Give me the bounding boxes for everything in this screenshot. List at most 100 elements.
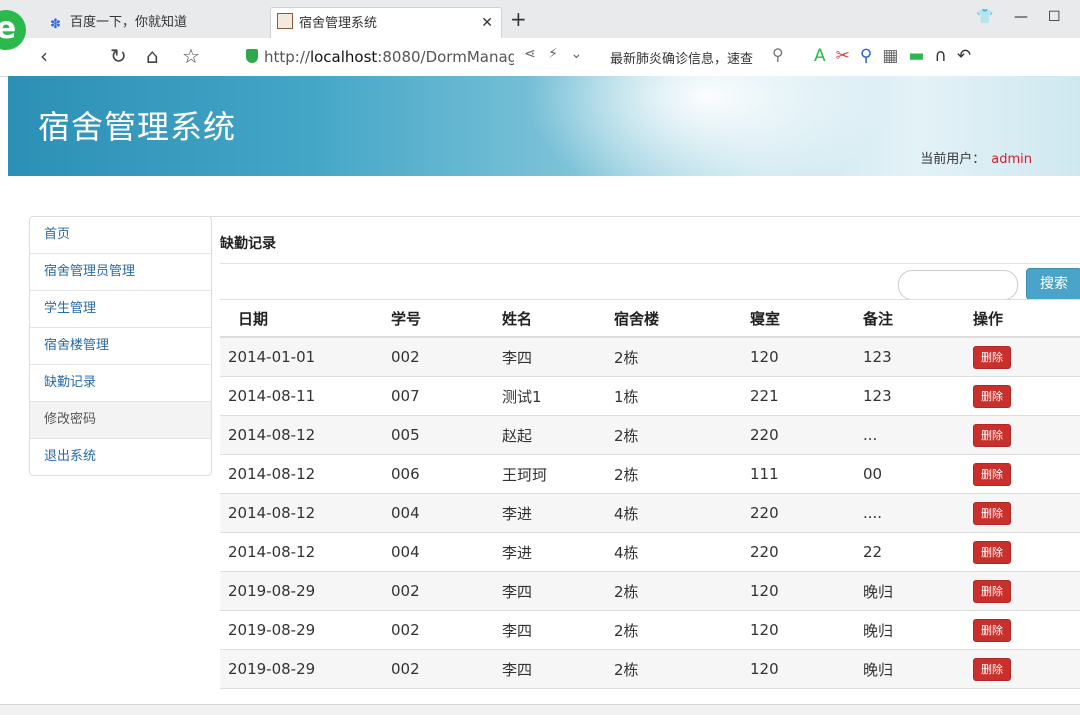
refresh-icon[interactable]: ↻ [110, 44, 127, 68]
close-tab-icon[interactable]: ✕ [481, 8, 493, 39]
cell-note: 123 [863, 337, 973, 377]
cell-action: 删除 [973, 376, 1080, 416]
magnifier-icon: ⚲ [859, 46, 883, 66]
search-icon[interactable]: ⚲ [772, 45, 784, 64]
delete-button[interactable]: 删除 [973, 384, 1011, 408]
cell-action: 删除 [973, 454, 1080, 494]
undo-icon: ↶ [956, 46, 982, 66]
cell-student-no: 002 [391, 571, 502, 611]
table-row: 2014-08-12 004 李进 4栋 220 22 删除 [220, 532, 1080, 572]
search-input[interactable] [898, 270, 1018, 300]
browser-toolbar: ‹ ↻ ⌂ ☆ http://localhost:8080/DormManage… [0, 38, 1080, 77]
cell-student-no: 006 [391, 454, 502, 494]
delete-button[interactable]: 删除 [973, 423, 1011, 447]
sidebar-item-dorm-manager[interactable]: 宿舍管理员管理 [30, 254, 211, 291]
tab-dorm-manage[interactable]: 宿舍管理系统 ✕ [270, 7, 502, 39]
absence-table: 日期 学号 姓名 宿舍楼 寝室 备注 操作 2014-01-01 002 李四 2栋 1… [220, 299, 1080, 689]
browser-status-bar [0, 704, 1080, 715]
sidebar-item-buildings[interactable]: 宿舍楼管理 [30, 328, 211, 365]
cell-room: 220 [750, 415, 863, 455]
extension-icons[interactable]: A✂⚲▦▬∩↶ [814, 46, 981, 66]
cell-name: 李进 [502, 493, 614, 533]
share-icon[interactable]: ⋖ ⚡ ⌄ [524, 46, 586, 62]
cell-note: 123 [863, 376, 973, 416]
cell-building: 4栋 [614, 532, 750, 572]
column-header-building: 宿舍楼 [614, 299, 750, 338]
tab-title: 宿舍管理系统 [299, 16, 378, 31]
cell-student-no: 004 [391, 532, 502, 572]
delete-button[interactable]: 删除 [973, 501, 1011, 525]
delete-button[interactable]: 删除 [973, 579, 1011, 603]
delete-button[interactable]: 删除 [973, 657, 1011, 681]
delete-button[interactable]: 删除 [973, 618, 1011, 642]
main-content: 缺勤记录 搜索 日期 学号 姓名 宿舍楼 寝室 备注 操作 2014-01-01… [210, 216, 1080, 715]
table-row: 2019-08-29 002 李四 2栋 120 晚归 删除 [220, 649, 1080, 689]
cell-name: 测试1 [502, 376, 614, 416]
tab-baidu[interactable]: ✽ 百度一下，你就知道 [44, 7, 266, 38]
cell-building: 4栋 [614, 493, 750, 533]
maximize-button[interactable]: ☐ [1048, 9, 1061, 25]
delete-button[interactable]: 删除 [973, 345, 1011, 369]
cell-note: ... [863, 415, 973, 455]
site-title: 宿舍管理系统 [38, 108, 237, 146]
skin-icon[interactable]: 👕 [976, 9, 993, 25]
search-button[interactable]: 搜索 [1026, 268, 1080, 300]
new-tab-button[interactable]: + [510, 7, 527, 31]
cell-building: 2栋 [614, 610, 750, 650]
current-user-name: admin [991, 152, 1032, 167]
cell-action: 删除 [973, 610, 1080, 650]
sidebar-item-home[interactable]: 首页 [30, 217, 211, 254]
cell-date: 2014-08-12 [220, 532, 391, 572]
cell-date: 2019-08-29 [220, 610, 391, 650]
cell-room: 220 [750, 493, 863, 533]
table-row: 2014-01-01 002 李四 2栋 120 123 删除 [220, 337, 1080, 377]
cell-room: 220 [750, 532, 863, 572]
headphones-icon: ∩ [934, 46, 957, 66]
minimize-button[interactable]: — [1014, 9, 1028, 25]
home-icon[interactable]: ⌂ [146, 44, 159, 68]
search-suggestion[interactable]: 最新肺炎确诊信息，速查 [610, 48, 753, 67]
sidebar-item-students[interactable]: 学生管理 [30, 291, 211, 328]
cell-room: 120 [750, 337, 863, 377]
sidebar-item-change-password[interactable]: 修改密码 [30, 402, 211, 439]
cell-building: 2栋 [614, 454, 750, 494]
scissors-icon: ✂ [835, 46, 860, 66]
column-header-note: 备注 [863, 299, 973, 338]
back-icon[interactable]: ‹ [40, 44, 48, 68]
cell-date: 2019-08-29 [220, 649, 391, 689]
cell-action: 删除 [973, 532, 1080, 572]
header-banner: 宿舍管理系统 当前用户： admin [8, 76, 1080, 176]
cell-date: 2014-08-12 [220, 493, 391, 533]
current-user: 当前用户： admin [920, 148, 1032, 167]
address-bar[interactable]: http://localhost:8080/DormManage/ ⋖ ⚡ ⌄ [240, 44, 592, 70]
delete-button[interactable]: 删除 [973, 462, 1011, 486]
column-header-action: 操作 [973, 299, 1080, 338]
cell-name: 李四 [502, 610, 614, 650]
sidebar-item-logout[interactable]: 退出系统 [30, 439, 211, 475]
divider [220, 263, 1080, 264]
cell-building: 2栋 [614, 337, 750, 377]
cell-building: 2栋 [614, 649, 750, 689]
favorite-star-icon[interactable]: ☆ [182, 44, 200, 68]
cell-name: 李四 [502, 337, 614, 377]
table-row: 2014-08-11 007 测试1 1栋 221 123 删除 [220, 376, 1080, 416]
table-row: 2014-08-12 004 李进 4栋 220.... 删除 [220, 493, 1080, 533]
security-shield-icon [246, 49, 258, 63]
cell-name: 李进 [502, 532, 614, 572]
table-header-row: 日期 学号 姓名 宿舍楼 寝室 备注 操作 [220, 299, 1080, 338]
column-header-student-no: 学号 [391, 299, 502, 338]
cell-action: 删除 [973, 493, 1080, 533]
cell-date: 2014-08-12 [220, 415, 391, 455]
cell-room: 120 [750, 571, 863, 611]
table-row: 2019-08-29 002 李四 2栋 120 晚归 删除 [220, 610, 1080, 650]
cell-room: 120 [750, 649, 863, 689]
cell-room: 111 [750, 454, 863, 494]
url-text: http://localhost:8080/DormManage/ [264, 48, 514, 66]
cell-note: 22 [863, 532, 973, 572]
cell-student-no: 004 [391, 493, 502, 533]
sidebar-item-absence[interactable]: 缺勤记录 [30, 365, 211, 402]
delete-button[interactable]: 删除 [973, 540, 1011, 564]
current-user-label: 当前用户： [920, 152, 986, 167]
cell-note: .... [863, 493, 973, 533]
battery-icon: ▬ [908, 46, 935, 66]
